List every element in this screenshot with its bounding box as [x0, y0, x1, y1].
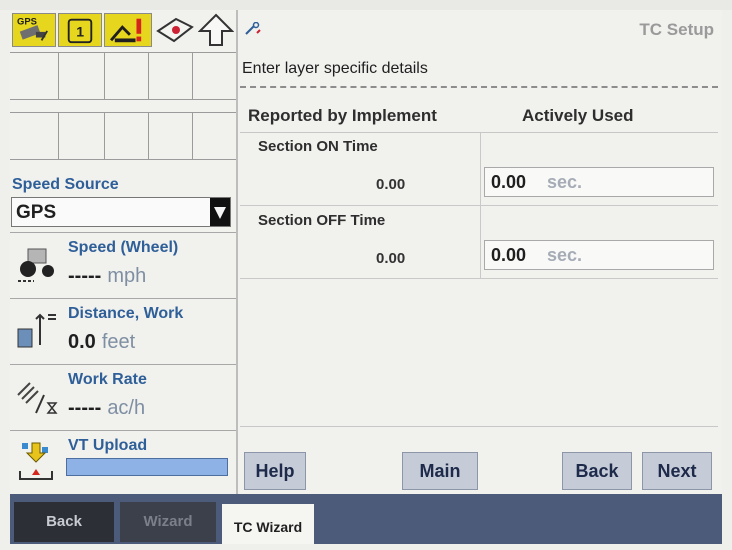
distance-metric[interactable]: Distance, Work 0.0 feet — [10, 298, 236, 362]
tractor-icon — [18, 248, 54, 282]
work-rate-value: ----- — [68, 397, 102, 419]
panel-subtitle: Enter layer specific details — [242, 60, 428, 77]
distance-icon — [17, 313, 56, 348]
implement-icon[interactable]: 1 — [58, 13, 102, 47]
speed-metric[interactable]: Speed (Wheel) ----- mph — [10, 232, 236, 296]
speed-source-label: Speed Source — [12, 176, 119, 193]
grid-divider — [192, 53, 193, 99]
grid-divider — [58, 113, 59, 159]
work-rate-metric[interactable]: Work Rate ----- ac/h — [10, 364, 236, 428]
section-off-input[interactable]: 0.00 sec. — [484, 240, 714, 270]
speed-value-line: ----- mph — [68, 265, 146, 288]
speed-source-value: GPS — [16, 202, 57, 223]
row-divider — [240, 205, 718, 206]
grid-divider — [104, 113, 105, 159]
column-separator — [236, 10, 238, 504]
vt-upload-title: VT Upload — [68, 437, 148, 454]
speed-title: Speed (Wheel) — [68, 239, 179, 256]
panel-title-bar: TC Setup — [240, 20, 718, 44]
row-divider — [240, 278, 718, 279]
work-rate-icon — [17, 382, 58, 414]
grid-divider — [148, 53, 149, 99]
dashed-divider — [240, 86, 718, 88]
chevron-down-icon[interactable] — [210, 198, 230, 226]
main-button[interactable]: Main — [402, 452, 478, 490]
distance-unit: feet — [101, 331, 136, 353]
shortcut-grid-bottom — [10, 112, 236, 160]
implement-number: 1 — [76, 24, 84, 40]
button-separator — [240, 426, 718, 427]
gps-icon-label: GPS — [17, 15, 37, 26]
work-rate-title: Work Rate — [68, 371, 147, 388]
distance-value-line: 0.0 feet — [68, 331, 135, 354]
wrench-icon — [245, 22, 261, 35]
grid-divider — [148, 113, 149, 159]
col-reported-header: Reported by Implement — [248, 106, 437, 125]
up-arrow-icon[interactable] — [198, 13, 234, 47]
section-on-label: Section ON Time — [258, 138, 378, 155]
status-icon-row: GPS 1 — [10, 10, 236, 50]
vt-upload-progress — [66, 458, 228, 476]
section-on-unit: sec. — [547, 172, 583, 192]
header-divider — [240, 132, 718, 133]
speed-value: ----- — [68, 265, 102, 287]
row-column-divider — [480, 206, 481, 278]
vt-upload-icon — [19, 442, 53, 480]
section-on-active-value: 0.00 — [491, 172, 527, 192]
section-off-label: Section OFF Time — [258, 212, 386, 229]
speed-source-dropdown[interactable]: GPS — [11, 197, 231, 227]
back-button[interactable]: Back — [562, 452, 632, 490]
shortcut-grid-top — [10, 52, 236, 100]
left-status-column: GPS 1 Speed Source GPS Speed (Wheel) ---… — [10, 10, 236, 494]
softkey-strip: Back Wizard TC Wizard — [10, 494, 722, 544]
grid-divider — [58, 53, 59, 99]
terminal-screen: GPS 1 Speed Source GPS Speed (Wheel) ---… — [10, 10, 722, 544]
section-off-unit: sec. — [547, 245, 583, 265]
speed-unit: mph — [107, 265, 147, 287]
softkey-back-button[interactable]: Back — [14, 502, 114, 542]
help-button[interactable]: Help — [244, 452, 306, 490]
section-on-reported: 0.00 — [376, 176, 406, 193]
screen-bezel — [0, 0, 732, 10]
tc-setup-panel: TC Setup Enter layer specific details Re… — [240, 20, 718, 494]
row-column-divider — [480, 133, 481, 205]
softkey-wizard-button[interactable]: Wizard — [120, 502, 216, 542]
grid-divider — [104, 53, 105, 99]
grid-divider — [192, 113, 193, 159]
guidance-icon[interactable] — [154, 13, 196, 47]
next-button[interactable]: Next — [642, 452, 712, 490]
col-active-header: Actively Used — [522, 106, 634, 125]
tab-tc-wizard[interactable]: TC Wizard — [222, 504, 314, 544]
work-rate-value-line: ----- ac/h — [68, 397, 145, 420]
section-on-input[interactable]: 0.00 sec. — [484, 167, 714, 197]
distance-title: Distance, Work — [68, 305, 184, 322]
section-off-active-value: 0.00 — [491, 245, 527, 265]
gps-antenna-icon[interactable]: GPS — [12, 13, 56, 47]
alert-icon[interactable] — [104, 13, 152, 47]
panel-title: TC Setup — [639, 20, 714, 39]
work-rate-unit: ac/h — [107, 397, 146, 419]
distance-value: 0.0 — [68, 331, 96, 353]
section-off-reported: 0.00 — [376, 250, 406, 267]
